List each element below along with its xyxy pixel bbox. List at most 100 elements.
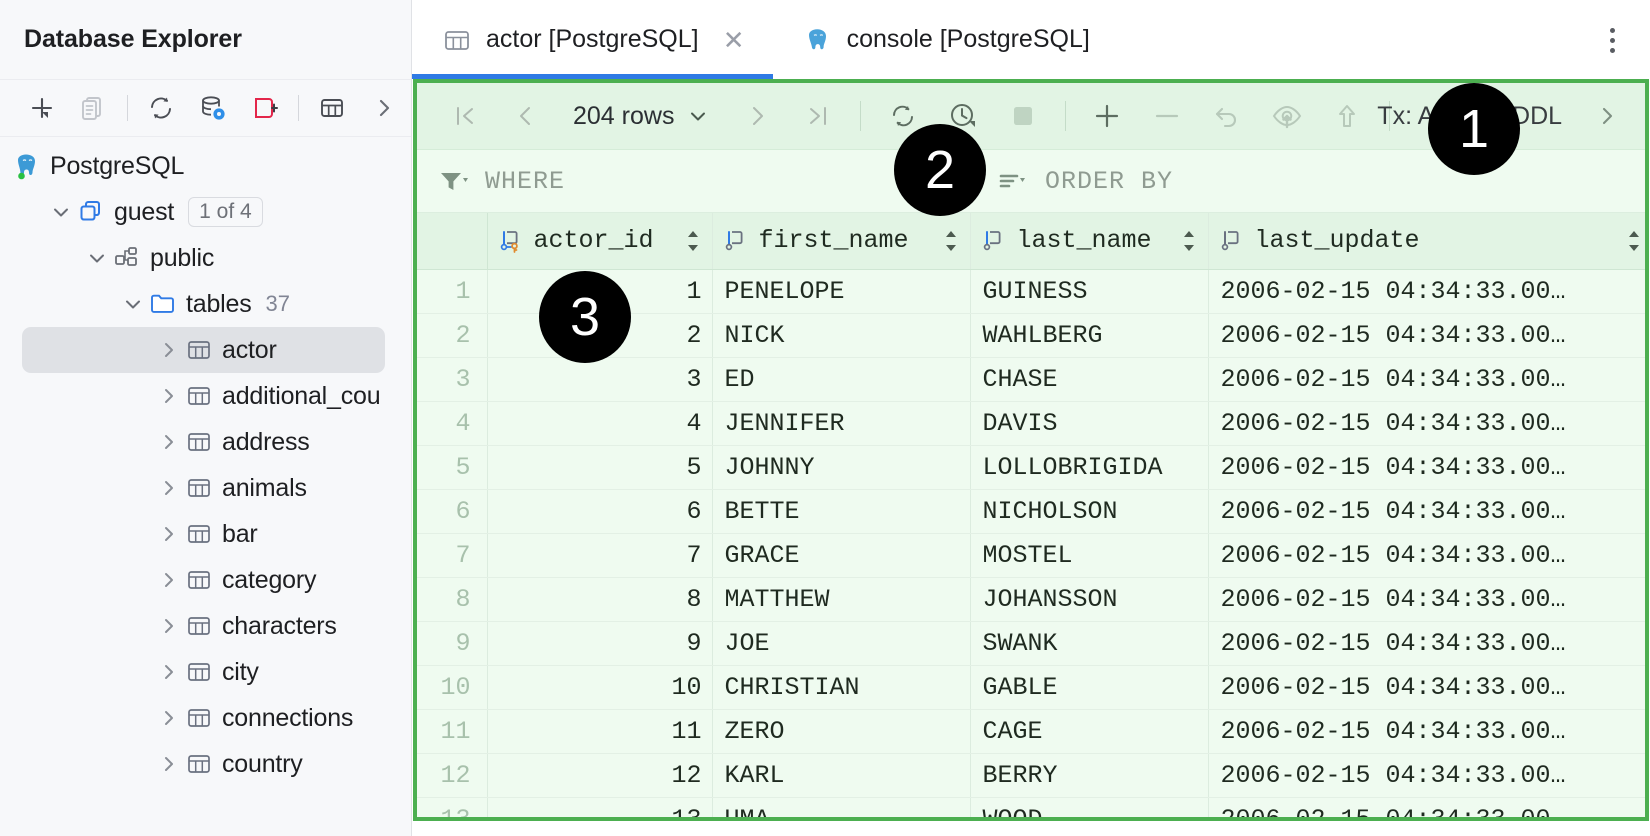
tree-item-characters[interactable]: characters <box>0 603 411 649</box>
chevron-right-icon[interactable] <box>156 383 182 409</box>
tree-item-animals[interactable]: animals <box>0 465 411 511</box>
order-by-filter[interactable]: ORDER BY <box>977 150 1173 213</box>
stop-icon[interactable] <box>993 93 1053 139</box>
cell-actor-id[interactable]: 10 <box>487 665 713 710</box>
add-row-icon[interactable] <box>1077 93 1137 139</box>
cell-first-name[interactable]: JOHNNY <box>712 445 971 490</box>
chevron-down-icon[interactable] <box>48 199 74 225</box>
cell-last-name[interactable]: WOOD <box>970 797 1209 817</box>
chevron-right-icon[interactable] <box>156 659 182 685</box>
cell-actor-id[interactable]: 11 <box>487 709 713 754</box>
cell-actor-id[interactable]: 13 <box>487 797 713 817</box>
tab-actor[interactable]: actor [PostgreSQL] ✕ <box>412 0 773 79</box>
table-row[interactable]: 6 6 BETTE NICHOLSON 2006-02-15 04:34:33.… <box>417 489 1645 534</box>
cell-last-update[interactable]: 2006-02-15 04:34:33.00… <box>1208 665 1645 710</box>
column-header-first-name[interactable]: first_name <box>712 213 971 270</box>
tree-item-address[interactable]: address <box>0 419 411 465</box>
cell-last-update[interactable]: 2006-02-15 04:34:33.00… <box>1208 401 1645 446</box>
cell-last-name[interactable]: GUINESS <box>970 269 1209 314</box>
chevron-down-icon[interactable] <box>686 104 710 128</box>
refresh-button[interactable] <box>135 86 187 130</box>
cell-first-name[interactable]: BETTE <box>712 489 971 534</box>
cell-last-update[interactable]: 2006-02-15 04:34:33.00… <box>1208 621 1645 666</box>
more-toolbar-button[interactable] <box>358 86 410 130</box>
chevron-right-icon[interactable] <box>156 521 182 547</box>
remove-row-icon[interactable] <box>1137 93 1197 139</box>
cell-last-update[interactable]: 2006-02-15 04:34:33.00… <box>1208 313 1645 358</box>
table-row[interactable]: 3 3 ED CHASE 2006-02-15 04:34:33.00… <box>417 357 1645 402</box>
sort-arrows-icon[interactable] <box>684 228 702 254</box>
database-settings-button[interactable] <box>187 86 239 130</box>
cell-actor-id[interactable]: 3 <box>487 357 713 402</box>
duplicate-button[interactable] <box>68 86 120 130</box>
table-row[interactable]: 8 8 MATTHEW JOHANSSON 2006-02-15 04:34:3… <box>417 577 1645 622</box>
cell-last-update[interactable]: 2006-02-15 04:34:33.00… <box>1208 445 1645 490</box>
tree-item-bar[interactable]: bar <box>0 511 411 557</box>
cell-first-name[interactable]: NICK <box>712 313 971 358</box>
column-header-last-name[interactable]: last_name <box>970 213 1209 270</box>
chevron-down-icon[interactable] <box>120 291 146 317</box>
tree-item-tables[interactable]: tables 37 <box>0 281 411 327</box>
chevron-right-icon[interactable] <box>156 751 182 777</box>
cell-last-name[interactable]: BERRY <box>970 753 1209 798</box>
cell-last-update[interactable]: 2006-02-15 04:34:33.00… <box>1208 753 1645 798</box>
first-page-icon[interactable] <box>435 93 495 139</box>
tree-item-category[interactable]: category <box>0 557 411 603</box>
cell-last-name[interactable]: SWANK <box>970 621 1209 666</box>
table-row[interactable]: 7 7 GRACE MOSTEL 2006-02-15 04:34:33.00… <box>417 533 1645 578</box>
next-page-icon[interactable] <box>728 93 788 139</box>
cell-last-name[interactable]: NICHOLSON <box>970 489 1209 534</box>
tree-item-actor[interactable]: actor <box>22 327 385 373</box>
table-row[interactable]: 12 12 KARL BERRY 2006-02-15 04:34:33.00… <box>417 753 1645 798</box>
table-row[interactable]: 9 9 JOE SWANK 2006-02-15 04:34:33.00… <box>417 621 1645 666</box>
cell-last-name[interactable]: GABLE <box>970 665 1209 710</box>
cell-last-update[interactable]: 2006-02-15 04:34:33.00… <box>1208 489 1645 534</box>
disconnect-button[interactable] <box>239 86 291 130</box>
add-button[interactable] <box>16 86 68 130</box>
cell-last-name[interactable]: WAHLBERG <box>970 313 1209 358</box>
sort-arrows-icon[interactable] <box>1625 228 1643 254</box>
cell-last-update[interactable]: 2006-02-15 04:34:33.00… <box>1208 797 1645 817</box>
cell-actor-id[interactable]: 7 <box>487 533 713 578</box>
cell-first-name[interactable]: ED <box>712 357 971 402</box>
last-page-icon[interactable] <box>788 93 848 139</box>
sort-arrows-icon[interactable] <box>1180 228 1198 254</box>
tree-item-connections[interactable]: connections <box>0 695 411 741</box>
more-options-icon[interactable] <box>1594 22 1630 58</box>
cell-actor-id[interactable]: 12 <box>487 753 713 798</box>
cell-last-name[interactable]: LOLLOBRIGIDA <box>970 445 1209 490</box>
table-row[interactable]: 4 4 JENNIFER DAVIS 2006-02-15 04:34:33.0… <box>417 401 1645 446</box>
cell-first-name[interactable]: JOE <box>712 621 971 666</box>
cell-last-update[interactable]: 2006-02-15 04:34:33.00… <box>1208 709 1645 754</box>
row-count-selector[interactable]: 204 rows <box>555 102 728 131</box>
undo-icon[interactable] <box>1197 93 1257 139</box>
cell-last-update[interactable]: 2006-02-15 04:34:33.00… <box>1208 357 1645 402</box>
cell-first-name[interactable]: JENNIFER <box>712 401 971 446</box>
cell-first-name[interactable]: MATTHEW <box>712 577 971 622</box>
preview-changes-icon[interactable] <box>1257 93 1317 139</box>
cell-last-name[interactable]: DAVIS <box>970 401 1209 446</box>
close-icon[interactable]: ✕ <box>721 27 747 53</box>
sort-icon[interactable] <box>997 166 1031 196</box>
cell-last-name[interactable]: MOSTEL <box>970 533 1209 578</box>
cell-last-update[interactable]: 2006-02-15 04:34:33.00… <box>1208 533 1645 578</box>
table-row[interactable]: 11 11 ZERO CAGE 2006-02-15 04:34:33.00… <box>417 709 1645 754</box>
cell-first-name[interactable]: KARL <box>712 753 971 798</box>
tab-console[interactable]: console [PostgreSQL] <box>773 0 1116 79</box>
column-header-actor-id[interactable]: actor_id <box>487 213 713 270</box>
submit-up-arrow-icon[interactable] <box>1317 93 1377 139</box>
chevron-right-icon[interactable] <box>156 429 182 455</box>
cell-first-name[interactable]: PENELOPE <box>712 269 971 314</box>
tree-item-postgresql[interactable]: PostgreSQL <box>0 143 411 189</box>
tree-item-public[interactable]: public <box>0 235 411 281</box>
cell-first-name[interactable]: UMA <box>712 797 971 817</box>
tree-item-additional-countries[interactable]: additional_cou <box>0 373 411 419</box>
cell-actor-id[interactable]: 8 <box>487 577 713 622</box>
where-filter[interactable]: WHERE <box>417 150 977 213</box>
cell-actor-id[interactable]: 6 <box>487 489 713 534</box>
cell-actor-id[interactable]: 5 <box>487 445 713 490</box>
cell-last-name[interactable]: CHASE <box>970 357 1209 402</box>
tree-item-city[interactable]: city <box>0 649 411 695</box>
prev-page-icon[interactable] <box>495 93 555 139</box>
sort-arrows-icon[interactable] <box>942 228 960 254</box>
